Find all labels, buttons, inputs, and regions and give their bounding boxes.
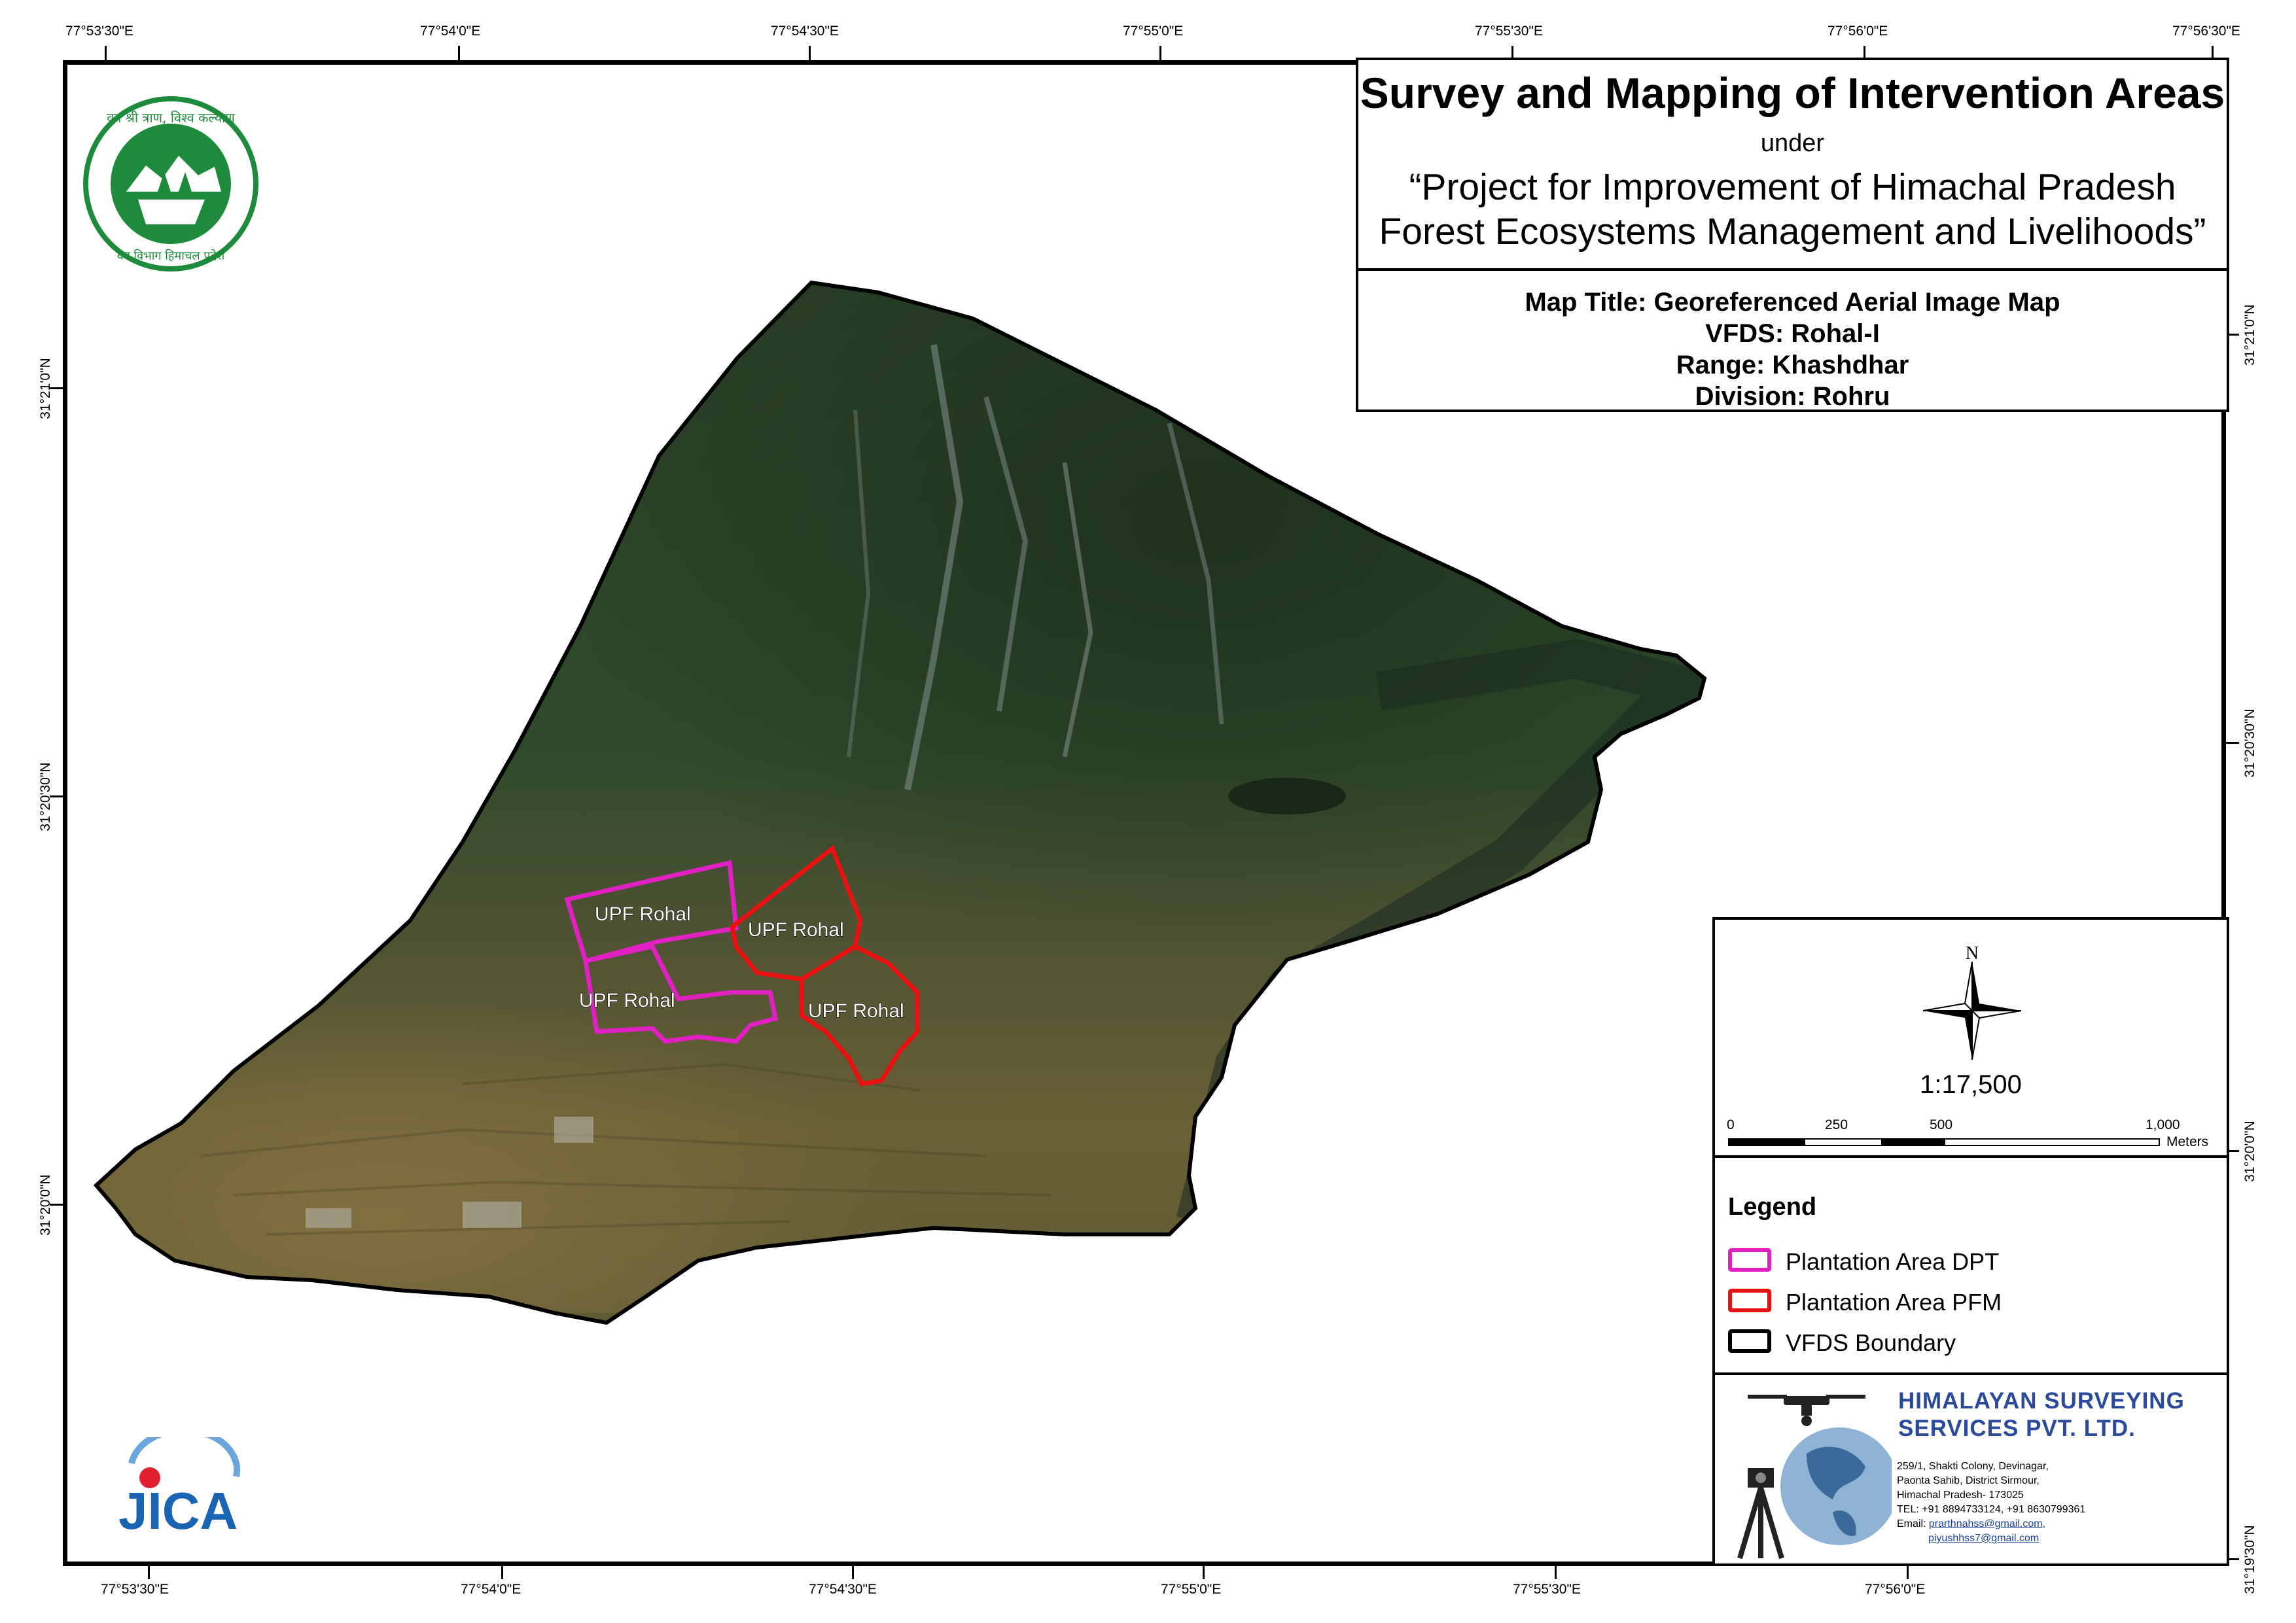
hp-logo-bottom-text: वन विभाग हिमाचल प्रदेश xyxy=(117,249,225,263)
label-pfm-upper: UPF Rohal xyxy=(748,919,844,941)
coord-top-4: 77°55'0"E xyxy=(1123,24,1184,39)
company-name-1: HIMALAYAN SURVEYING xyxy=(1898,1388,2185,1414)
legend-label-boundary: VFDS Boundary xyxy=(1786,1329,1956,1356)
main-title: Survey and Mapping of Intervention Areas xyxy=(1360,69,2225,117)
jica-text: JICA xyxy=(118,1482,238,1540)
label-dpt-lower: UPF Rohal xyxy=(579,990,675,1011)
scale-ratio: 1:17,500 xyxy=(1920,1070,2022,1099)
scale-tick-0: 0 xyxy=(1727,1117,1735,1132)
division-name: Division: Rohru xyxy=(1695,382,1890,411)
pfm-swatch xyxy=(1728,1289,1771,1312)
map-title: Map Title: Georeferenced Aerial Image Ma… xyxy=(1525,288,2060,317)
coord-right-1: 31°21'0"N xyxy=(2242,304,2257,366)
coord-right-2: 31°20'30"N xyxy=(2242,708,2257,778)
coord-bottom-3: 77°54'30"E xyxy=(809,1582,877,1597)
coord-right-4: 31°19'30"N xyxy=(2242,1525,2257,1594)
address-2: Paonta Sahib, District Sirmour, xyxy=(1897,1475,2040,1486)
address-3: Himachal Pradesh- 173025 xyxy=(1897,1490,2024,1501)
company-logo xyxy=(1728,1382,1898,1563)
legend-title: Legend xyxy=(1728,1193,1817,1221)
scale-tick-1000: 1,000 xyxy=(2146,1117,2180,1132)
legend-label-dpt: Plantation Area DPT xyxy=(1786,1248,2000,1275)
range-name: Range: Khashdhar xyxy=(1676,351,1909,379)
coord-bottom-2: 77°54'0"E xyxy=(461,1582,521,1597)
surveying-tripod-icon xyxy=(1737,1468,1784,1560)
dpt-swatch xyxy=(1728,1248,1771,1272)
scale-tick-500: 500 xyxy=(1930,1117,1953,1132)
coord-top-3: 77°54'30"E xyxy=(771,24,839,39)
coord-top-1: 77°53'30"E xyxy=(65,24,133,39)
company-name-2: SERVICES PVT. LTD. xyxy=(1898,1416,2136,1441)
project-line-1: “Project for Improvement of Himachal Pra… xyxy=(1409,166,2176,208)
email-link-2[interactable]: piyushhss7@gmail.com xyxy=(1928,1533,2039,1544)
coord-bottom-6: 77°56'0"E xyxy=(1865,1582,1926,1597)
boundary-swatch xyxy=(1728,1329,1771,1353)
coord-top-7: 77°56'30"E xyxy=(2172,24,2240,39)
title-block: Survey and Mapping of Intervention Areas… xyxy=(1356,58,2229,412)
hp-forest-logo: वन श्री त्राण, विश्व कल्याण वन विभाग हिम… xyxy=(80,94,261,274)
hp-logo-top-text: वन श्री त्राण, विश्व कल्याण xyxy=(107,110,235,126)
drone-icon xyxy=(1748,1395,1865,1426)
scale-tick-250: 250 xyxy=(1825,1117,1848,1132)
label-pfm-lower: UPF Rohal xyxy=(808,1000,904,1022)
label-dpt-upper: UPF Rohal xyxy=(595,903,691,925)
project-line-2: Forest Ecosystems Management and Livelih… xyxy=(1379,211,2206,253)
coord-top-6: 77°56'0"E xyxy=(1828,24,1888,39)
legend-label-pfm: Plantation Area PFM xyxy=(1786,1289,2002,1316)
address-1: 259/1, Shakti Colony, Devinagar, xyxy=(1897,1461,2049,1472)
company-panel: HIMALAYAN SURVEYING SERVICES PVT. LTD. 2… xyxy=(1712,1372,2229,1566)
email-label: Email: xyxy=(1897,1518,1926,1529)
legend-panel: Legend Plantation Area DPT Plantation Ar… xyxy=(1712,1155,2229,1375)
north-arrow-icon xyxy=(1922,961,2022,1060)
vfds-name: VFDS: Rohal-I xyxy=(1705,319,1880,348)
title-divider xyxy=(1358,268,2227,271)
coord-bottom-4: 77°55'0"E xyxy=(1161,1582,1222,1597)
scale-unit: Meters xyxy=(2166,1134,2209,1149)
scale-bar xyxy=(1728,1138,2160,1146)
coord-right-3: 31°20'0"N xyxy=(2242,1121,2257,1182)
scale-panel: N 1:17,500 0 250 500 1,000 Meters xyxy=(1712,917,2229,1158)
coord-bottom-1: 77°53'30"E xyxy=(101,1582,169,1597)
coord-top-2: 77°54'0"E xyxy=(420,24,481,39)
email-row-2: piyushhss7@gmail.com xyxy=(1928,1532,2039,1545)
email-link-1[interactable]: prarthnahss@gmail.com, xyxy=(1929,1518,2045,1529)
email-row: Email: prarthnahss@gmail.com, xyxy=(1897,1518,2045,1531)
coord-top-5: 77°55'30"E xyxy=(1475,24,1543,39)
coord-bottom-5: 77°55'30"E xyxy=(1513,1582,1581,1597)
jica-logo: JICA xyxy=(105,1427,243,1542)
title-under: under xyxy=(1760,130,1825,157)
address-phone: TEL: +91 8894733124, +91 8630799361 xyxy=(1897,1504,2086,1515)
